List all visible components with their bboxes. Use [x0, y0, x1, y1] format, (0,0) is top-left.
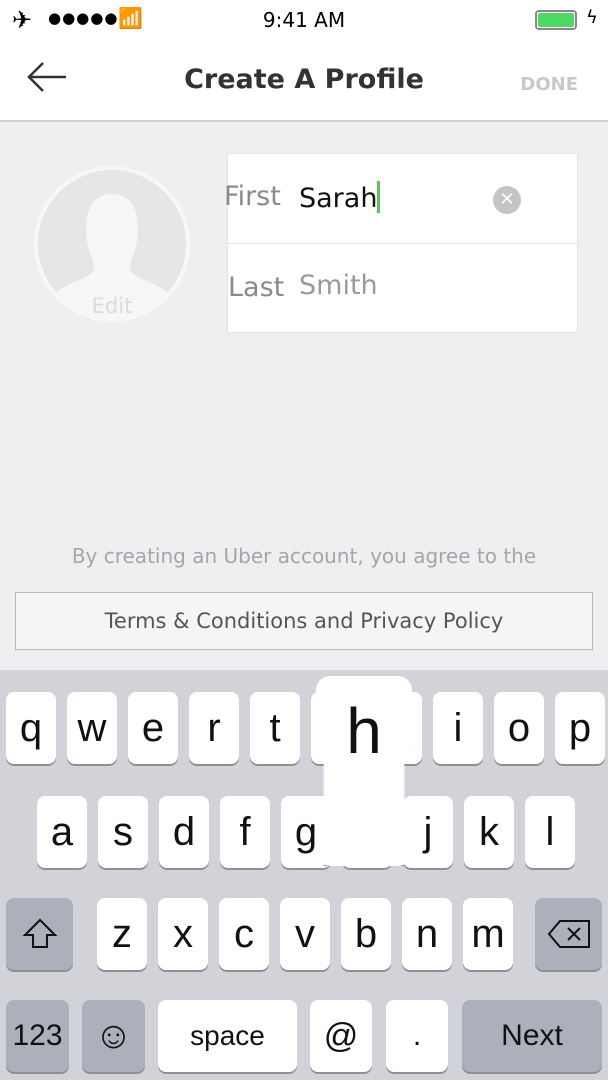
shift-icon: [22, 918, 57, 948]
key-a[interactable]: a: [37, 796, 87, 868]
clock: 9:41 AM: [262, 8, 346, 32]
key-l[interactable]: l: [525, 796, 575, 868]
last-name-input[interactable]: Smith: [299, 270, 378, 301]
key-q[interactable]: q: [6, 692, 56, 764]
key-j[interactable]: j: [403, 796, 453, 868]
emoji-key[interactable]: ☺: [82, 1000, 145, 1072]
key-b[interactable]: b: [341, 898, 391, 970]
key-e[interactable]: e: [128, 692, 178, 764]
nav-bar: Create A Profile DONE: [0, 40, 608, 122]
page-title: Create A Profile: [184, 64, 424, 95]
key-o[interactable]: o: [494, 692, 544, 764]
key-i[interactable]: i: [433, 692, 483, 764]
key-z[interactable]: z: [97, 898, 147, 970]
pressed-key-popup[interactable]: h: [316, 676, 412, 866]
shift-key[interactable]: [6, 898, 73, 970]
key-c[interactable]: c: [219, 898, 269, 970]
backspace-icon: [547, 920, 590, 948]
key-s[interactable]: s: [98, 796, 148, 868]
name-fields: First Sarah ✕ Last Smith: [224, 153, 578, 334]
next-key[interactable]: Next: [462, 1000, 602, 1072]
first-name-field[interactable]: First Sarah ✕: [224, 154, 577, 244]
key-v[interactable]: v: [280, 898, 330, 970]
key-d[interactable]: d: [159, 796, 209, 868]
edit-photo-label: Edit: [91, 294, 133, 318]
first-name-input[interactable]: Sarah: [299, 181, 381, 214]
key-f[interactable]: f: [220, 796, 270, 868]
numbers-key[interactable]: 123: [6, 1000, 69, 1072]
avatar[interactable]: Edit: [34, 166, 190, 322]
charging-icon: ϟ: [586, 7, 598, 28]
agreement-text: By creating an Uber account, you agree t…: [71, 544, 537, 568]
status-bar: ✈ ●●●●● 📶 9:41 AM ϟ: [0, 0, 608, 40]
period-key[interactable]: .: [386, 1000, 448, 1072]
key-k[interactable]: k: [464, 796, 514, 868]
at-key[interactable]: @: [310, 1000, 372, 1072]
key-r[interactable]: r: [189, 692, 239, 764]
keyboard: qwertyuiopasdfghjklzxcvbnm123☺space@.Nex…: [0, 670, 608, 1080]
backspace-key[interactable]: [535, 898, 602, 970]
done-button[interactable]: DONE: [520, 74, 578, 95]
key-m[interactable]: m: [463, 898, 513, 970]
key-n[interactable]: n: [402, 898, 452, 970]
last-name-field[interactable]: Last Smith: [228, 244, 577, 334]
space-key[interactable]: space: [158, 1000, 297, 1072]
last-name-label: Last: [228, 272, 285, 303]
key-t[interactable]: t: [250, 692, 300, 764]
key-g[interactable]: g: [281, 796, 331, 868]
key-x[interactable]: x: [158, 898, 208, 970]
first-name-label: First: [224, 181, 281, 212]
key-p[interactable]: p: [555, 692, 605, 764]
clear-input-icon[interactable]: ✕: [493, 186, 521, 214]
battery-icon: [535, 10, 577, 30]
key-w[interactable]: w: [67, 692, 117, 764]
terms-button[interactable]: Terms & Conditions and Privacy Policy: [15, 592, 593, 650]
